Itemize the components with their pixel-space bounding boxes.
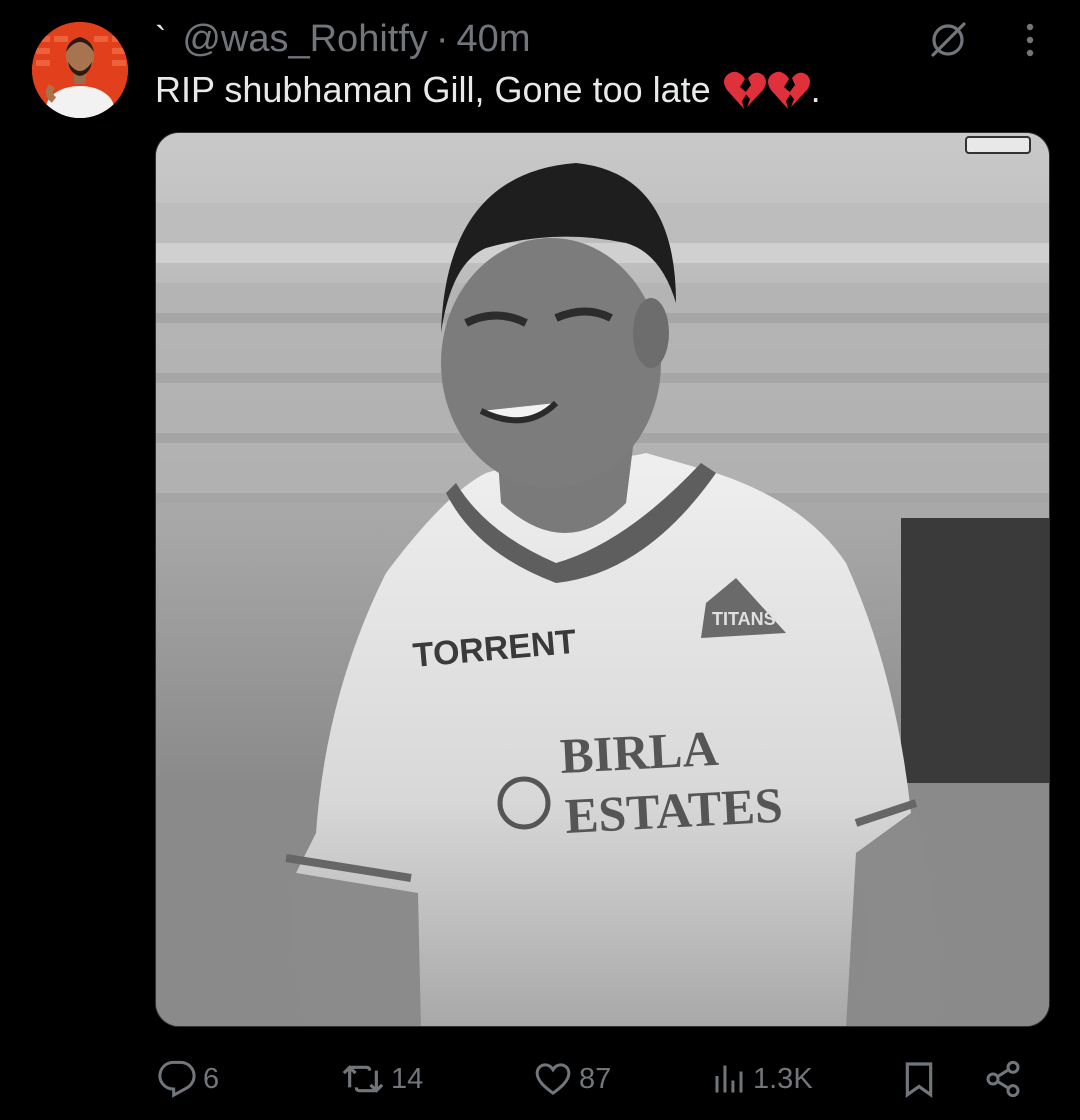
tweet-text-suffix: . <box>810 69 821 110</box>
share-button[interactable] <box>983 1052 1023 1106</box>
reply-icon <box>158 1060 196 1098</box>
bookmark-button[interactable] <box>899 1052 939 1106</box>
tweet-actions: 6 14 87 1.3K <box>155 1052 1050 1106</box>
tweet-text-body: RIP shubhaman Gill, Gone too late <box>155 69 711 110</box>
reply-count: 6 <box>203 1062 220 1095</box>
views-count: 1.3K <box>753 1062 813 1095</box>
share-icon <box>986 1060 1020 1098</box>
views-icon <box>715 1065 743 1093</box>
tweet-media-image[interactable]: TORRENT BIRLA ESTATES TITANS <box>155 132 1050 1027</box>
like-count: 87 <box>579 1062 612 1095</box>
avatar[interactable] <box>32 22 128 118</box>
more-vertical-icon[interactable] <box>1006 16 1054 64</box>
separator: · <box>435 17 449 60</box>
broken-heart-emoji <box>723 69 811 111</box>
jersey-badge-text: TITANS <box>712 609 776 629</box>
repost-button[interactable]: 14 <box>341 1052 423 1106</box>
heart-icon <box>535 1063 571 1096</box>
tweet[interactable]: ` @was_Rohitfy · 40m RIP shubhaman Gill,… <box>0 0 1080 1120</box>
timestamp[interactable]: 40m <box>457 18 531 61</box>
bookmark-icon <box>905 1062 933 1098</box>
like-button[interactable]: 87 <box>533 1052 611 1106</box>
repost-count: 14 <box>391 1062 424 1095</box>
views-button[interactable]: 1.3K <box>711 1052 813 1106</box>
repost-icon <box>342 1065 384 1093</box>
user-handle[interactable]: @was_Rohitfy <box>182 18 428 61</box>
reply-button[interactable]: 6 <box>157 1052 219 1106</box>
grok-icon[interactable] <box>924 16 972 64</box>
jersey-main-text-2: ESTATES <box>564 777 784 844</box>
tweet-header: ` @was_Rohitfy · 40m <box>155 14 530 64</box>
display-name[interactable]: ` <box>155 20 166 59</box>
tweet-text: RIP shubhaman Gill, Gone too late . <box>155 64 821 116</box>
jersey-main-text-1: BIRLA <box>559 720 720 784</box>
